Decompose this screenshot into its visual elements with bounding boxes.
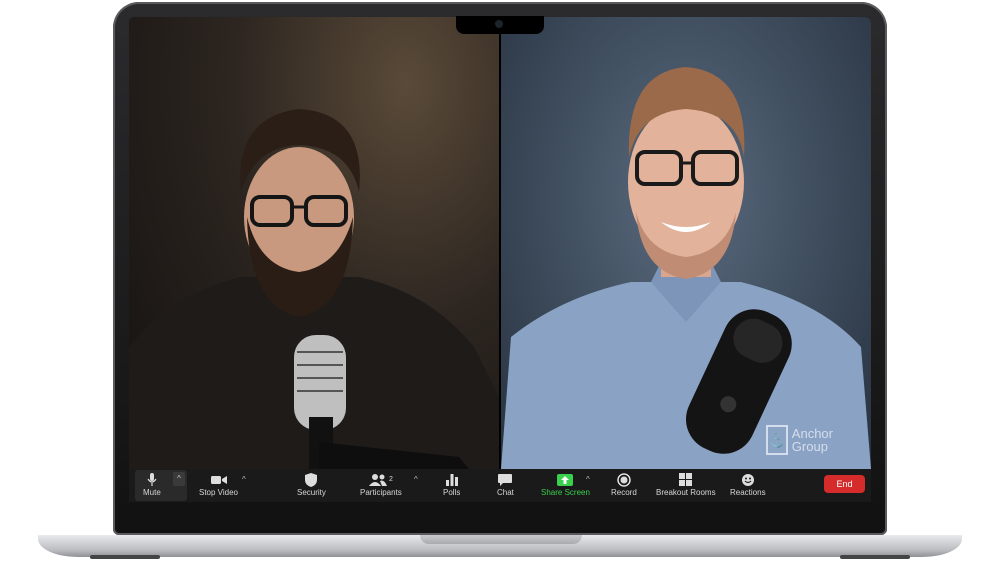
participants-label: Participants bbox=[360, 488, 402, 497]
breakout-rooms-button[interactable]: Breakout Rooms bbox=[656, 471, 716, 497]
reactions-label: Reactions bbox=[730, 488, 766, 497]
record-label: Record bbox=[611, 488, 637, 497]
participants-count: 2 bbox=[388, 476, 393, 483]
meeting-toolbar: Mute ^ Stop Video ^ Security 2 Participa… bbox=[129, 469, 871, 502]
participants-icon: 2 bbox=[368, 471, 393, 488]
participants-options-caret[interactable]: ^ bbox=[414, 475, 418, 484]
video-options-caret[interactable]: ^ bbox=[242, 475, 246, 484]
record-button[interactable]: Record bbox=[611, 471, 637, 497]
shield-icon bbox=[305, 471, 318, 488]
stop-video-label: Stop Video bbox=[199, 488, 238, 497]
laptop-opening-notch bbox=[420, 535, 582, 544]
anchor-icon: ⚓ bbox=[765, 425, 788, 455]
share-screen-icon bbox=[557, 471, 574, 488]
mute-button[interactable]: Mute bbox=[143, 471, 161, 497]
participant-left-video bbox=[129, 109, 499, 469]
video-tile-right[interactable]: ⚓ Anchor Group bbox=[501, 17, 871, 469]
camera-notch bbox=[456, 16, 544, 34]
participant-right-video bbox=[501, 67, 871, 469]
meeting-window: ⚓ Anchor Group Mute ^ Stop Video ^ Secur… bbox=[129, 17, 871, 502]
end-meeting-button[interactable]: End bbox=[824, 475, 865, 493]
participants-button[interactable]: 2 Participants bbox=[360, 471, 402, 497]
smiley-icon bbox=[741, 471, 755, 488]
chat-button[interactable]: Chat bbox=[497, 471, 514, 497]
camera-icon bbox=[496, 21, 502, 27]
laptop-foot-right bbox=[840, 555, 910, 559]
reactions-button[interactable]: Reactions bbox=[730, 471, 766, 497]
video-tile-left[interactable] bbox=[129, 17, 499, 469]
end-label: End bbox=[836, 479, 853, 489]
polls-button[interactable]: Polls bbox=[443, 471, 460, 497]
mute-options-caret[interactable]: ^ bbox=[173, 472, 185, 486]
video-camera-icon bbox=[210, 471, 227, 488]
share-screen-label: Share Screen bbox=[541, 488, 590, 497]
security-button[interactable]: Security bbox=[297, 471, 326, 497]
mute-label: Mute bbox=[143, 488, 161, 497]
chat-label: Chat bbox=[497, 488, 514, 497]
breakout-rooms-label: Breakout Rooms bbox=[656, 488, 716, 497]
bar-chart-icon bbox=[445, 471, 458, 488]
share-options-caret[interactable]: ^ bbox=[586, 475, 590, 484]
microphone-icon bbox=[147, 471, 157, 488]
anchor-group-logo: ⚓ Anchor Group bbox=[765, 425, 833, 455]
chat-bubble-icon bbox=[498, 471, 513, 488]
security-label: Security bbox=[297, 488, 326, 497]
share-screen-button[interactable]: Share Screen bbox=[541, 471, 590, 497]
breakout-rooms-icon bbox=[679, 471, 693, 488]
record-icon bbox=[617, 471, 631, 488]
polls-label: Polls bbox=[443, 488, 461, 497]
stop-video-button[interactable]: Stop Video bbox=[199, 471, 238, 497]
laptop-foot-left bbox=[90, 555, 160, 559]
logo-line2: Group bbox=[791, 439, 828, 454]
